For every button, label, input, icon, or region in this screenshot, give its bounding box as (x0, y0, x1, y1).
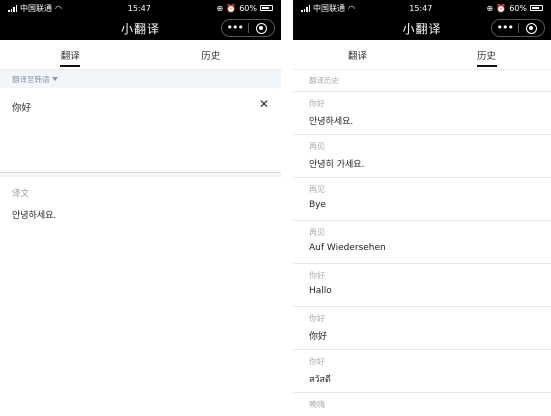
target-language-selector[interactable]: 翻译至韩语 (0, 70, 281, 88)
miniprogram-capsule: ••• (491, 19, 545, 37)
history-target: Hallo (309, 286, 332, 296)
history-source: 晚嗨 (309, 400, 325, 409)
miniprogram-capsule: ••• (221, 19, 275, 37)
history-item[interactable]: 晚嗨 (293, 393, 551, 416)
history-source: 你好 (309, 314, 325, 323)
close-circle-icon (525, 22, 537, 34)
tab-translate[interactable]: 翻译 (293, 40, 422, 69)
history-target: สวัสดี (309, 375, 331, 385)
translate-screen: 中国联通 ◠ 15:47 ⊕ ⏰ 60% 小翻译 ••• 翻译 历史 翻译至韩语… (0, 0, 281, 416)
close-miniprogram-button[interactable] (519, 22, 545, 34)
tab-active-indicator (476, 65, 497, 67)
tab-history-label: 历史 (476, 50, 496, 62)
history-screen: 中国联通 ◠ 15:47 ⊕ ⏰ 60% 小翻译 ••• 翻译 历史 翻译历史 … (293, 0, 551, 416)
wifi-icon: ◠ (348, 3, 355, 13)
history-list: 你好 안녕하세요. 再见 안녕히 가세요. 再见 Bye 再见 Auf Wied… (293, 92, 551, 416)
history-target: 你好 (309, 332, 328, 342)
tab-history[interactable]: 历史 (422, 40, 551, 69)
status-time: 15:47 (127, 3, 151, 13)
history-source: 你好 (309, 357, 325, 366)
lock-rotation-icon: ⊕ (486, 3, 494, 13)
signal-icon (8, 4, 17, 12)
history-item[interactable]: 再见 안녕히 가세요. (293, 135, 551, 178)
tab-translate-label: 翻译 (60, 50, 80, 62)
tab-translate-label: 翻译 (347, 50, 367, 62)
tab-bar: 翻译 历史 (0, 40, 281, 70)
tab-bar: 翻译 历史 (293, 40, 551, 70)
history-item[interactable]: 你好 안녕하세요. (293, 92, 551, 135)
status-time: 15:47 (409, 3, 433, 13)
status-bar: 中国联通 ◠ 15:47 ⊕ ⏰ 60% (293, 0, 551, 16)
tab-translate[interactable]: 翻译 (0, 40, 141, 69)
history-header: 翻译历史 (293, 70, 551, 92)
target-language-label: 翻译至韩语 (12, 74, 50, 84)
tab-history[interactable]: 历史 (141, 40, 282, 69)
more-button[interactable]: ••• (222, 22, 248, 33)
history-item[interactable]: 再见 Bye (293, 178, 551, 221)
status-bar: 中国联通 ◠ 15:47 ⊕ ⏰ 60% (0, 0, 281, 16)
battery-icon (260, 5, 273, 11)
nav-bar: 小翻译 ••• (293, 16, 551, 40)
carrier-label: 中国联通 (313, 3, 345, 13)
result-text: 안녕하세요. (12, 211, 57, 221)
source-text: 你好 (12, 103, 32, 114)
close-miniprogram-button[interactable] (249, 22, 275, 34)
dropdown-caret-icon (51, 77, 58, 81)
history-source: 你好 (309, 99, 325, 108)
result-label: 译文 (12, 189, 30, 199)
signal-icon (301, 4, 310, 12)
history-target: 안녕하세요. (309, 117, 354, 127)
nav-bar: 小翻译 ••• (0, 16, 281, 40)
nav-title: 小翻译 (120, 21, 160, 36)
history-source: 再见 (309, 185, 325, 194)
history-source: 再见 (309, 142, 325, 151)
alarm-icon: ⏰ (226, 3, 237, 13)
tab-history-label: 历史 (201, 50, 221, 62)
history-item[interactable]: 你好 สวัสดี (293, 350, 551, 393)
history-target: 안녕히 가세요. (309, 160, 365, 170)
clear-icon[interactable]: ✕ (259, 97, 269, 111)
battery-percent: 60% (509, 3, 527, 13)
close-circle-icon (255, 22, 267, 34)
alarm-icon: ⏰ (496, 3, 507, 13)
more-button[interactable]: ••• (492, 22, 518, 33)
battery-percent: 60% (239, 3, 257, 13)
translation-result: 译文 안녕하세요. (0, 177, 281, 231)
source-text-input[interactable]: 你好 ✕ (0, 88, 281, 173)
history-item[interactable]: 你好 你好 (293, 307, 551, 350)
history-source: 你好 (309, 271, 325, 280)
history-source: 再见 (309, 228, 325, 237)
lock-rotation-icon: ⊕ (216, 3, 224, 13)
history-item[interactable]: 再见 Auf Wiedersehen (293, 221, 551, 264)
battery-icon (530, 5, 543, 11)
nav-title: 小翻译 (402, 21, 442, 36)
wifi-icon: ◠ (55, 3, 62, 13)
carrier-label: 中国联通 (20, 3, 52, 13)
tab-active-indicator (60, 65, 81, 67)
history-target: Auf Wiedersehen (309, 243, 386, 253)
history-item[interactable]: 你好 Hallo (293, 264, 551, 307)
history-target: Bye (309, 200, 327, 210)
